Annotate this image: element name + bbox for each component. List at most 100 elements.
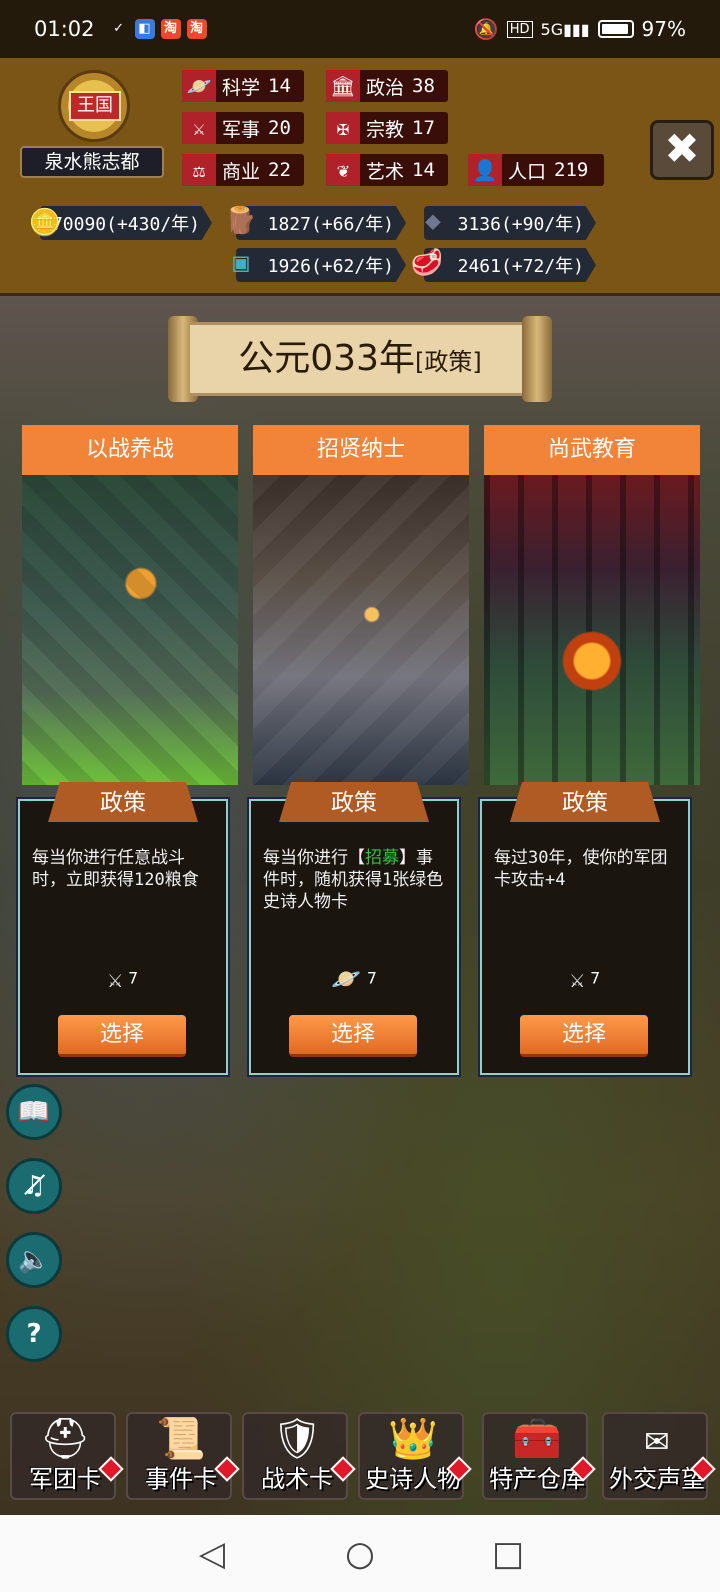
card-description: 每当你进行【招募】事件时，随机获得1张绿色史诗人物卡 (263, 847, 447, 913)
card-art-recruit (253, 475, 469, 785)
kingdom-crest[interactable]: 王国 泉水熊志都 (20, 66, 164, 186)
card-cost: ⚔ 7 (20, 965, 226, 993)
select-button[interactable]: 选择 (289, 1015, 417, 1057)
book-icon: 📖 (17, 1097, 51, 1127)
card-tag: 政策 (279, 782, 429, 822)
stat-value: 38 (412, 75, 435, 97)
stat-value: 22 (268, 159, 291, 181)
nav-specialty-warehouse[interactable]: 🧰 特产仓库 (482, 1412, 596, 1500)
desc-text: 每过30年，使你的军团卡攻击+4 (494, 848, 668, 890)
stat-value: 17 (412, 117, 435, 139)
stat-label: 艺术 (366, 160, 405, 183)
mute-icon: 🔕 (473, 17, 499, 41)
population-icon: 👤 (468, 154, 502, 186)
status-bar: 01:02 ✓ ◧ 淘 淘 🔕 HD 5G▮▮▮ 97% (0, 0, 720, 58)
nav-diplomatic-reputation[interactable]: ✉ 外交声望 (602, 1412, 716, 1500)
stat-art: ❦ 艺术 14 (326, 154, 448, 186)
card-art-battle (22, 475, 238, 785)
sound-button[interactable]: 🔈 (6, 1232, 62, 1288)
crown-badge-icon: 王国 (58, 70, 130, 142)
science-planet-icon: 🪐 (331, 965, 362, 993)
resource-text: 70090(+430/年) (51, 214, 200, 235)
era-subtitle: [政策] (414, 348, 482, 376)
era-scroll: 公元033年[政策] (168, 316, 552, 402)
battery-icon (597, 20, 634, 38)
card-title: 以战养战 (22, 425, 238, 475)
religion-icon: ✠ (326, 112, 360, 144)
desc-highlight: 招募 (365, 848, 399, 868)
help-button[interactable]: ? (6, 1306, 62, 1362)
policy-card-3: 尚武教育 政策 每过30年，使你的军团卡攻击+4 ⚔ 7 选择 (480, 425, 700, 1075)
kingdom-header: 王国 泉水熊志都 🪐 科学 14 🏛 政治 38 ⚔ 军事 20 ✠ 宗教 17… (0, 58, 720, 296)
clock: 01:02 (34, 17, 95, 41)
ore-icon: ◆ (425, 206, 441, 236)
stat-science: 🪐 科学 14 (182, 70, 304, 102)
hd-icon: HD (506, 20, 533, 38)
desc-text: 每当你进行任意战斗时，立即获得120粮食 (32, 848, 199, 890)
resource-text: 1827(+66/年) (267, 214, 394, 235)
stat-value: 14 (268, 75, 291, 97)
music-off-icon: ♫̸ (22, 1171, 46, 1201)
taobao-icon: 淘 (160, 19, 181, 39)
stat-label: 政治 (366, 76, 405, 99)
stat-value: 20 (268, 117, 291, 139)
recents-icon[interactable]: □ (489, 1535, 527, 1573)
close-icon: ✖ (664, 124, 700, 173)
nav-legion-cards[interactable]: ⛑ 军团卡 (10, 1412, 124, 1500)
resource-text: 3136(+90/年) (457, 214, 584, 235)
card-body: 每当你进行任意战斗时，立即获得120粮食 ⚔ 7 选择 (18, 799, 228, 1075)
card-description: 每当你进行任意战斗时，立即获得120粮食 (32, 847, 216, 891)
nav-event-cards[interactable]: 📜 事件卡 (126, 1412, 240, 1500)
sound-icon: 🔈 (17, 1245, 51, 1275)
gold-coins-icon: 🪙 (28, 208, 62, 238)
stat-religion: ✠ 宗教 17 (326, 112, 448, 144)
card-art-training (484, 475, 700, 785)
stat-label: 人口 (508, 160, 547, 183)
nav-tactic-cards[interactable]: 🛡 战术卡 (242, 1412, 356, 1500)
military-crossed-icon: ⚔ (107, 965, 123, 993)
military-crossed-icon: ⚔ (182, 112, 216, 144)
kingdom-title: 王国 (69, 91, 121, 121)
desc-text: 每当你进行【 (263, 848, 365, 868)
stat-military: ⚔ 军事 20 (182, 112, 304, 144)
battery-percent: 97% (641, 17, 686, 41)
card-tag: 政策 (48, 782, 198, 822)
cost-value: 7 (367, 968, 377, 988)
nav-epic-characters[interactable]: 👑 史诗人物 (358, 1412, 472, 1500)
capital-name: 泉水熊志都 (20, 146, 164, 178)
crystal-icon: ▣ (233, 248, 249, 278)
book-button[interactable]: 📖 (6, 1084, 62, 1140)
resource-text: 1926(+62/年) (267, 256, 394, 277)
card-description: 每过30年，使你的军团卡攻击+4 (494, 847, 678, 891)
signal-5g-icon: 5G▮▮▮ (540, 19, 590, 39)
card-body: 每过30年，使你的军团卡攻击+4 ⚔ 7 选择 (480, 799, 690, 1075)
wifi-tick-icon: ✓ (113, 21, 124, 36)
card-body: 每当你进行【招募】事件时，随机获得1张绿色史诗人物卡 🪐 7 选择 (249, 799, 459, 1075)
card-cost: ⚔ 7 (482, 965, 688, 993)
select-button[interactable]: 选择 (520, 1015, 648, 1057)
era-title: 公元033年[政策] (190, 322, 530, 396)
policy-card-1: 以战养战 政策 每当你进行任意战斗时，立即获得120粮食 ⚔ 7 选择 (18, 425, 238, 1075)
system-nav-bar: ◁ ○ □ (0, 1515, 720, 1592)
card-title: 尚武教育 (484, 425, 700, 475)
stat-value: 14 (412, 159, 435, 181)
stat-label: 商业 (222, 160, 261, 183)
app-icon-blue: ◧ (134, 19, 155, 39)
politics-building-icon: 🏛 (326, 70, 360, 102)
stat-value: 219 (554, 159, 589, 181)
taobao-icon-2: 淘 (186, 19, 207, 39)
help-icon: ? (26, 1319, 42, 1349)
close-button[interactable]: ✖ (650, 120, 714, 180)
military-crossed-icon: ⚔ (569, 965, 585, 993)
meat-icon: 🥩 (410, 248, 444, 278)
card-tag: 政策 (510, 782, 660, 822)
stat-population: 👤 人口 219 (468, 154, 604, 186)
stat-label: 科学 (222, 76, 261, 99)
era-year: 公元033年 (238, 338, 415, 379)
stat-politics: 🏛 政治 38 (326, 70, 448, 102)
music-toggle-button[interactable]: ♫̸ (6, 1158, 62, 1214)
resource-text: 2461(+72/年) (457, 256, 584, 277)
back-icon[interactable]: ◁ (193, 1535, 231, 1573)
home-icon[interactable]: ○ (341, 1535, 379, 1573)
select-button[interactable]: 选择 (58, 1015, 186, 1057)
